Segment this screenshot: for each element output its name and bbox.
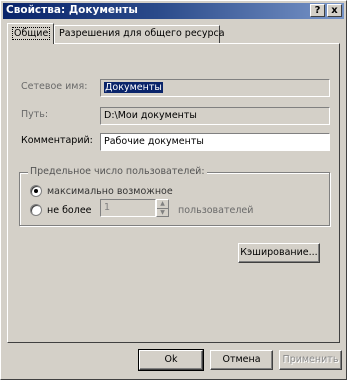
help-button[interactable]: ?	[310, 4, 325, 17]
users-suffix: пользователей	[178, 205, 254, 216]
properties-dialog: Свойства: Документы ? x Общие Разрешения…	[0, 0, 347, 380]
general-tab-panel: Сетевое имя: Документы Путь: D:\Мои доку…	[7, 43, 340, 343]
ok-button[interactable]: Ok	[138, 349, 204, 371]
caching-button[interactable]: Кэширование...	[238, 243, 320, 263]
path-label: Путь:	[21, 109, 49, 120]
share-name-label: Сетевое имя:	[21, 81, 88, 92]
user-limit-group-title: Предельное число пользователей:	[28, 166, 207, 177]
close-button[interactable]: x	[327, 4, 342, 17]
user-limit-input[interactable]: 1	[100, 199, 156, 217]
share-name-value: Документы	[104, 82, 163, 93]
tab-share-permissions-label: Разрешения для общего ресурса	[59, 28, 225, 39]
spin-down-icon[interactable]: ▼	[157, 208, 168, 216]
spin-up-icon[interactable]: ▲	[157, 200, 168, 208]
no-more-than-radio[interactable]	[30, 204, 42, 216]
user-limit-spinner[interactable]: ▲ ▼	[156, 199, 169, 217]
window-title: Свойства: Документы	[6, 4, 138, 16]
max-allowed-radio[interactable]	[30, 185, 42, 197]
path-field: D:\Мои документы	[100, 107, 330, 125]
user-limit-group: Предельное число пользователей:	[19, 166, 330, 226]
max-allowed-label[interactable]: максимально возможное	[47, 186, 173, 197]
tab-general-label: Общие	[12, 27, 51, 40]
tab-general[interactable]: Общие	[7, 23, 54, 44]
comment-value: Рабочие документы	[104, 136, 204, 147]
user-limit-value: 1	[104, 202, 111, 213]
tab-share-permissions[interactable]: Разрешения для общего ресурса	[54, 25, 225, 43]
no-more-than-label[interactable]: не более	[47, 205, 92, 216]
title-bar[interactable]: Свойства: Документы ? x	[3, 3, 344, 19]
apply-button[interactable]: Применить	[279, 350, 342, 370]
cancel-button[interactable]: Отмена	[210, 350, 273, 370]
comment-input[interactable]: Рабочие документы	[100, 133, 330, 151]
path-value: D:\Мои документы	[104, 110, 197, 121]
share-name-field: Документы	[100, 79, 330, 97]
comment-label: Комментарий:	[21, 135, 93, 146]
